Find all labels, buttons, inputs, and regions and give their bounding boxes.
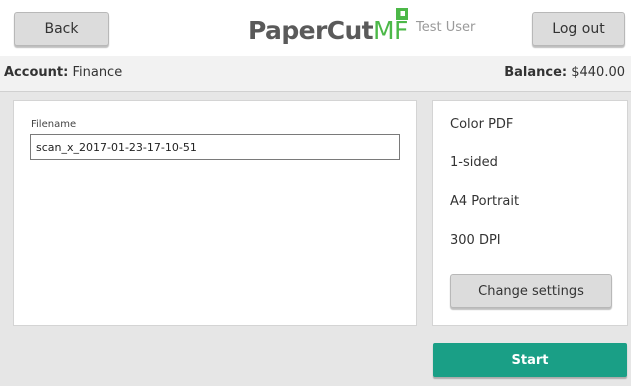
back-button[interactable]: Back <box>14 12 109 46</box>
account-bar: Account: Finance Balance: $440.00 <box>0 56 631 92</box>
balance-info: Balance: $440.00 <box>504 65 625 80</box>
logout-button[interactable]: Log out <box>532 12 625 46</box>
account-info: Account: Finance <box>4 65 122 80</box>
balance-label: Balance: <box>504 65 568 80</box>
filename-label: Filename <box>31 119 77 130</box>
logo-text-papercut: PaperCut <box>248 16 374 45</box>
user-name: Test User <box>416 20 476 35</box>
setting-paper-size: A4 Portrait <box>450 194 520 209</box>
change-settings-button[interactable]: Change settings <box>450 274 612 308</box>
settings-panel: Color PDF 1-sided A4 Portrait 300 DPI Ch… <box>432 100 628 326</box>
filename-input[interactable] <box>30 134 400 160</box>
scan-screen: Back PaperCut MF Test User Log out Accou… <box>0 0 631 386</box>
setting-color-mode: Color PDF <box>450 117 514 132</box>
logo-text-mf: MF <box>373 16 408 45</box>
balance-value: $440.00 <box>571 65 625 80</box>
filename-panel: Filename <box>13 100 417 326</box>
account-label: Account: <box>4 65 69 80</box>
header-bar: Back PaperCut MF Test User Log out <box>0 0 631 56</box>
setting-resolution: 300 DPI <box>450 233 501 248</box>
papercut-logo: PaperCut MF <box>248 8 408 52</box>
start-button[interactable]: Start <box>433 343 627 377</box>
account-value: Finance <box>72 65 123 80</box>
setting-sides: 1-sided <box>450 155 498 170</box>
logo-flag-icon <box>396 8 408 20</box>
